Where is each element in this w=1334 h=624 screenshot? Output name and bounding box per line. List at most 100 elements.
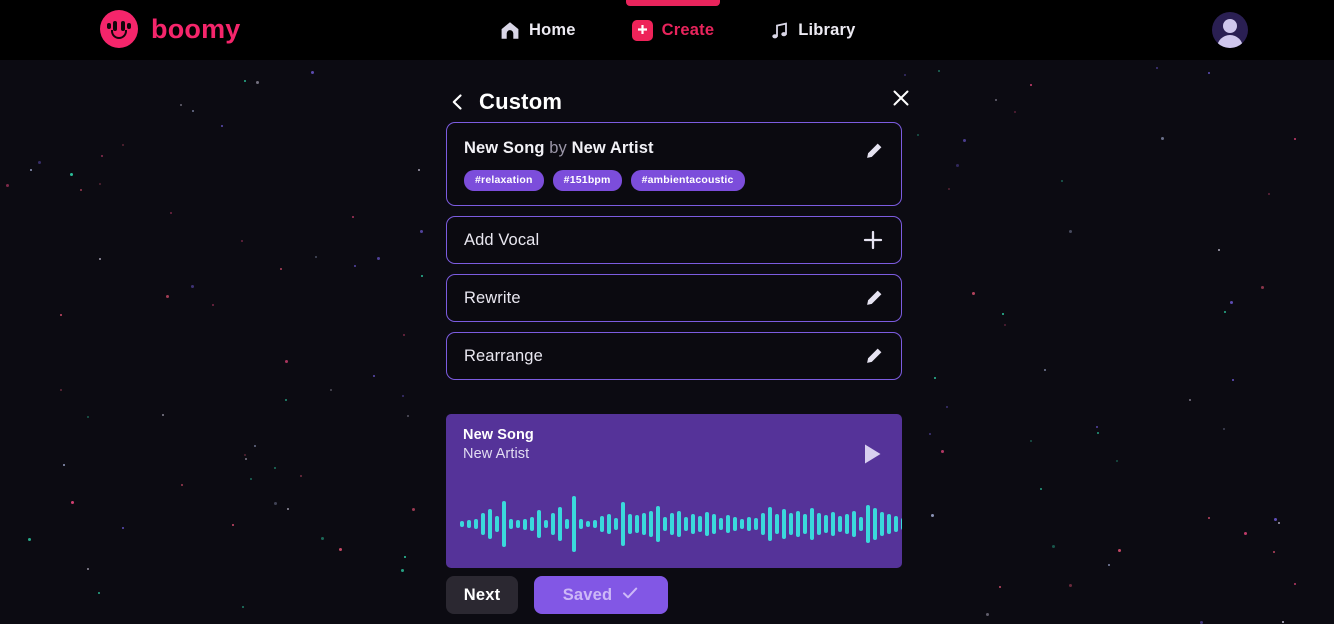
action-buttons: Next Saved — [446, 576, 668, 614]
waveform-bar — [880, 512, 884, 536]
waveform-bar — [733, 517, 737, 531]
waveform-bar — [684, 517, 688, 531]
waveform-bar — [698, 516, 702, 532]
song-artist: New Artist — [571, 139, 654, 157]
rearrange-row[interactable]: Rearrange — [446, 332, 902, 380]
waveform-bar — [677, 511, 681, 537]
panel-header: Custom — [446, 60, 909, 122]
waveform-bar — [551, 513, 555, 535]
add-vocal-row[interactable]: Add Vocal — [446, 216, 902, 264]
waveform-bar — [782, 509, 786, 539]
song-info-card[interactable]: New Song by New Artist #relaxation #151b… — [446, 122, 902, 206]
tag-item[interactable]: #151bpm — [552, 170, 622, 191]
nav-item-create[interactable]: Create — [625, 0, 720, 60]
waveform-bar — [628, 514, 632, 534]
waveform-bar — [572, 496, 576, 552]
waveform-bar — [481, 513, 485, 535]
waveform-bar — [565, 519, 569, 529]
waveform-bar — [817, 513, 821, 535]
brand-logo[interactable]: boomy — [100, 10, 241, 48]
waveform-bar — [537, 510, 541, 538]
waveform-bar — [474, 519, 478, 529]
nav-label-create: Create — [661, 20, 715, 39]
page-title: Custom — [479, 89, 563, 114]
waveform-bar — [803, 514, 807, 534]
rearrange-label: Rearrange — [464, 346, 543, 365]
rewrite-label: Rewrite — [464, 288, 521, 307]
waveform-bar — [859, 517, 863, 531]
nav-item-library[interactable]: Library — [770, 0, 855, 60]
music-note-icon — [770, 21, 789, 40]
boomy-smiley-logo-icon — [100, 10, 138, 48]
waveform-bar — [810, 508, 814, 540]
waveform-bar — [873, 508, 877, 540]
check-icon — [621, 584, 639, 607]
saved-button[interactable]: Saved — [534, 576, 668, 614]
waveform-bar — [789, 513, 793, 535]
waveform[interactable] — [460, 492, 902, 556]
waveform-bar — [516, 520, 520, 528]
play-triangle-icon[interactable] — [859, 441, 885, 472]
nav-label-library: Library — [798, 20, 856, 39]
waveform-bar — [502, 501, 506, 547]
waveform-bar — [593, 520, 597, 528]
waveform-bar — [509, 519, 513, 529]
top-navigation-bar: boomy Home Create Library — [0, 0, 1334, 60]
nav-item-home[interactable]: Home — [500, 0, 576, 60]
waveform-bar — [607, 514, 611, 534]
song-by-connector: by — [549, 139, 567, 157]
chevron-left-icon[interactable] — [446, 91, 468, 113]
waveform-bar — [691, 514, 695, 534]
waveform-bar — [614, 518, 618, 530]
create-plus-icon — [631, 19, 653, 41]
rewrite-row[interactable]: Rewrite — [446, 274, 902, 322]
tag-item[interactable]: #relaxation — [464, 170, 544, 191]
waveform-bar — [845, 514, 849, 534]
waveform-bar — [901, 518, 902, 530]
pencil-icon[interactable] — [863, 346, 884, 367]
player-artist-name: New Artist — [463, 446, 530, 462]
waveform-bar — [579, 519, 583, 529]
edit-song-pencil-icon[interactable] — [863, 141, 884, 167]
player-song-title: New Song — [463, 427, 534, 443]
waveform-bar — [621, 502, 625, 546]
user-avatar-icon[interactable] — [1212, 12, 1248, 48]
add-vocal-label: Add Vocal — [464, 230, 540, 249]
next-button-label: Next — [463, 585, 501, 604]
player-track-info: New Song New Artist — [463, 427, 534, 462]
home-icon — [500, 21, 520, 40]
waveform-bar — [600, 516, 604, 532]
song-title: New Song — [464, 139, 545, 157]
waveform-bar — [460, 521, 464, 527]
waveform-bar — [663, 517, 667, 531]
waveform-bar — [740, 519, 744, 529]
waveform-bar — [670, 513, 674, 535]
waveform-bar — [558, 507, 562, 541]
waveform-bar — [530, 517, 534, 531]
waveform-bar — [796, 511, 800, 537]
waveform-bar — [495, 516, 499, 532]
waveform-bar — [761, 513, 765, 535]
tag-item[interactable]: #ambientacoustic — [630, 170, 745, 191]
saved-button-label: Saved — [562, 585, 613, 604]
waveform-bar — [719, 518, 723, 530]
brand-name: boomy — [151, 13, 241, 44]
audio-player[interactable]: New Song New Artist — [446, 414, 902, 568]
next-button[interactable]: Next — [446, 576, 518, 614]
waveform-bar — [586, 521, 590, 527]
close-x-icon[interactable] — [890, 87, 912, 109]
main-nav: Home Create Library — [500, 0, 856, 60]
pencil-icon[interactable] — [863, 288, 884, 309]
waveform-bar — [747, 517, 751, 531]
waveform-bar — [838, 516, 842, 532]
waveform-bar — [712, 514, 716, 534]
nav-label-home: Home — [529, 20, 576, 39]
waveform-bar — [642, 513, 646, 535]
waveform-bar — [467, 520, 471, 528]
waveform-bar — [866, 505, 870, 543]
waveform-bar — [656, 506, 660, 542]
plus-icon[interactable] — [862, 229, 884, 251]
waveform-bar — [831, 512, 835, 536]
waveform-bar — [754, 518, 758, 530]
waveform-bar — [488, 509, 492, 539]
